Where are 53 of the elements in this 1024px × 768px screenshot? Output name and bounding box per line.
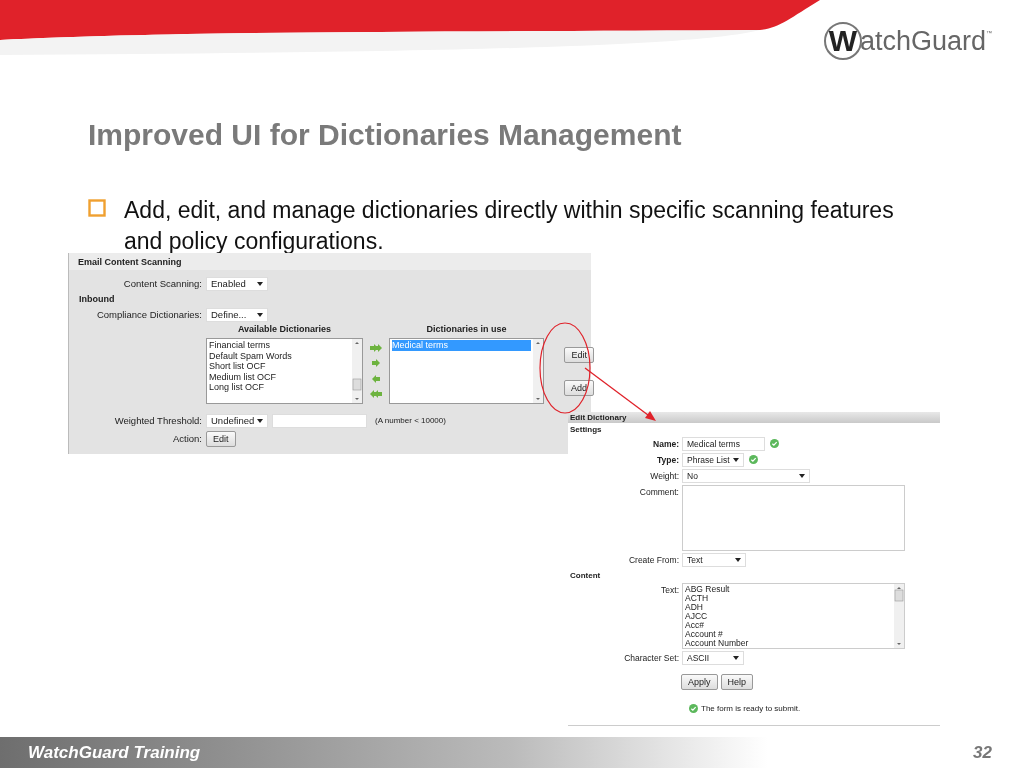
list-item[interactable]: Account Number <box>685 639 892 648</box>
bullet-text: Add, edit, and manage dictionaries directly within specific scanning features and policy configurations. <box>124 196 895 256</box>
dropdown[interactable]: No <box>682 469 810 483</box>
dropdown[interactable]: Define... <box>206 307 268 322</box>
list-item[interactable]: Medium list OCF <box>209 371 350 382</box>
button[interactable]: Help <box>720 674 754 690</box>
logo-letter: W <box>824 22 862 60</box>
dropdown[interactable]: Enabled <box>206 276 268 291</box>
logo-text: atchGuard <box>860 25 987 57</box>
list-box[interactable]: ABG Result ACTH ADH AJCC Acc# Account # Account Number <box>682 583 905 649</box>
field-label: Comment: <box>638 486 679 499</box>
list-box[interactable]: Financial terms Default Spam Words Short list OCF Medium list OCF Long list OCF <box>206 338 363 404</box>
list-item[interactable]: Account # <box>685 630 892 639</box>
field-label: Action: <box>171 433 202 444</box>
dropdown[interactable]: Text <box>682 553 746 567</box>
column-heading: Dictionaries in use <box>425 324 508 336</box>
list-item[interactable]: Acc# <box>685 621 892 630</box>
page-number: 32 <box>973 742 992 763</box>
field-label: Character Set: <box>623 652 679 665</box>
section-heading: Settings <box>569 424 603 436</box>
dropdown[interactable]: ASCII <box>682 651 744 665</box>
dropdown[interactable]: Phrase List <box>682 453 744 467</box>
field-label: Text: <box>660 584 679 597</box>
list-item[interactable]: ADH <box>685 603 892 612</box>
field-label: Content Scanning: <box>122 278 202 289</box>
button[interactable]: Edit <box>564 346 594 363</box>
text-field[interactable]: Medical terms <box>682 437 765 451</box>
field-label: Compliance Dictionaries: <box>95 309 202 320</box>
field-label: Weight: <box>649 470 679 483</box>
button[interactable]: Add <box>564 379 594 396</box>
hint-text: (A number < 10000) <box>375 416 446 425</box>
column-heading: Available Dictionaries <box>236 324 333 336</box>
button[interactable]: Apply <box>681 674 718 690</box>
panel-header: Email Content Scanning <box>69 253 591 270</box>
edit-button[interactable]: Edit <box>206 430 236 447</box>
footer-text: WatchGuard Training <box>28 742 201 763</box>
list-item[interactable]: ACTH <box>685 594 892 603</box>
slide-title: Improved UI for Dictionaries Management <box>88 118 682 152</box>
field-label: Create From: <box>627 554 679 567</box>
list-item[interactable]: Long list OCF <box>209 382 350 393</box>
section-heading: Content <box>569 570 602 582</box>
field-label: Weighted Threshold: <box>113 415 202 426</box>
section-heading: Inbound <box>78 293 116 306</box>
list-item[interactable]: ABG Result <box>685 585 892 594</box>
status-message: The form is ready to submit. <box>701 704 801 713</box>
dropdown[interactable]: Undefined <box>206 413 268 428</box>
list-item[interactable]: Default Spam Words <box>209 350 350 361</box>
list-item[interactable]: Short list OCF <box>209 361 350 372</box>
panel-header: Edit Dictionary <box>568 412 940 423</box>
list-item[interactable]: Financial terms <box>209 340 350 351</box>
field-label: Name: <box>652 438 679 451</box>
list-item[interactable]: AJCC <box>685 612 892 621</box>
field-label: Type: <box>655 454 679 467</box>
